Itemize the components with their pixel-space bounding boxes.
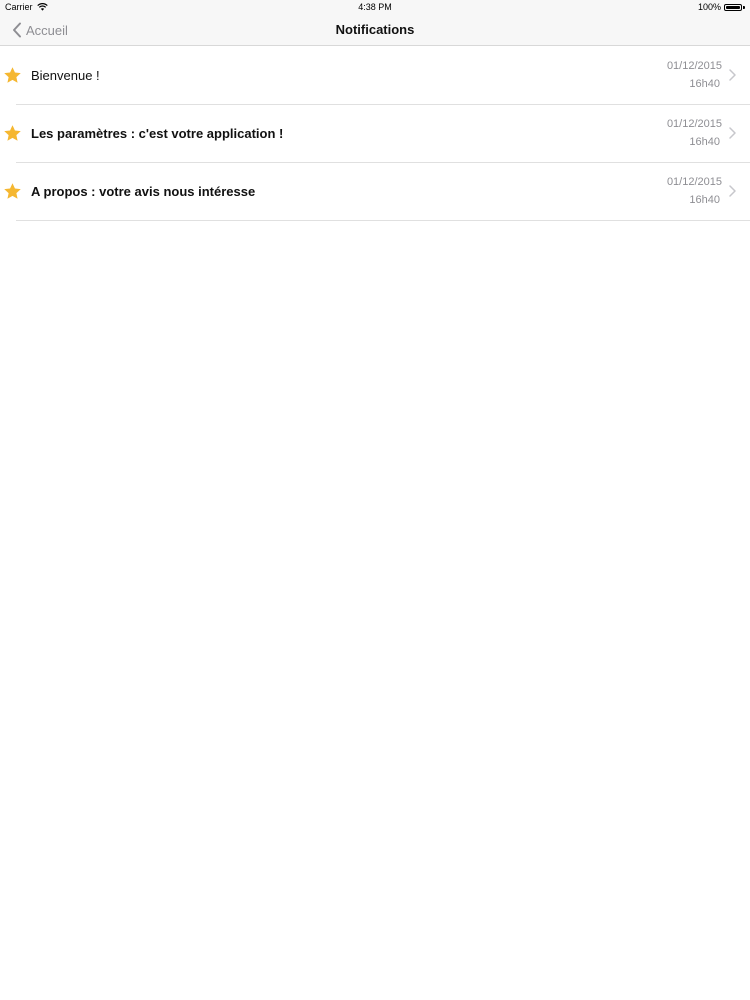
chevron-right-icon bbox=[729, 185, 736, 197]
notification-row[interactable]: Bienvenue ! 01/12/2015 16h40 bbox=[0, 47, 750, 105]
notification-date: 01/12/2015 bbox=[666, 176, 722, 188]
notification-row[interactable]: Les paramètres : c'est votre application… bbox=[0, 105, 750, 163]
notification-time: 16h40 bbox=[689, 78, 720, 90]
back-button-label: Accueil bbox=[26, 22, 68, 38]
page-title: Notifications bbox=[335, 22, 415, 37]
back-button[interactable]: Accueil bbox=[12, 14, 68, 46]
notification-row[interactable]: A propos : votre avis nous intéresse 01/… bbox=[0, 163, 750, 221]
notification-date: 01/12/2015 bbox=[666, 118, 722, 130]
star-icon bbox=[4, 183, 21, 199]
battery-percent: 100% bbox=[697, 2, 721, 12]
status-right: 100% bbox=[698, 0, 745, 14]
navigation-bar: Accueil Notifications bbox=[0, 14, 750, 46]
chevron-right-icon bbox=[729, 127, 736, 139]
notification-list: Bienvenue ! 01/12/2015 16h40 Les paramèt… bbox=[0, 47, 750, 221]
notification-time: 16h40 bbox=[689, 136, 720, 148]
star-icon bbox=[4, 67, 21, 83]
chevron-left-icon bbox=[13, 22, 21, 38]
notification-date: 01/12/2015 bbox=[666, 60, 722, 72]
star-icon bbox=[4, 125, 21, 141]
battery-tip bbox=[743, 5, 745, 9]
notification-time: 16h40 bbox=[689, 194, 720, 206]
notification-title: Bienvenue ! bbox=[31, 68, 100, 83]
status-bar: Carrier 4:38 PM 100% bbox=[0, 0, 750, 14]
notification-title: Les paramètres : c'est votre application… bbox=[31, 126, 284, 141]
battery-icon bbox=[724, 3, 742, 11]
chevron-right-icon bbox=[729, 69, 736, 81]
battery-fill bbox=[726, 5, 740, 9]
notification-title: A propos : votre avis nous intéresse bbox=[31, 184, 256, 199]
status-time: 4:38 PM bbox=[358, 2, 392, 12]
